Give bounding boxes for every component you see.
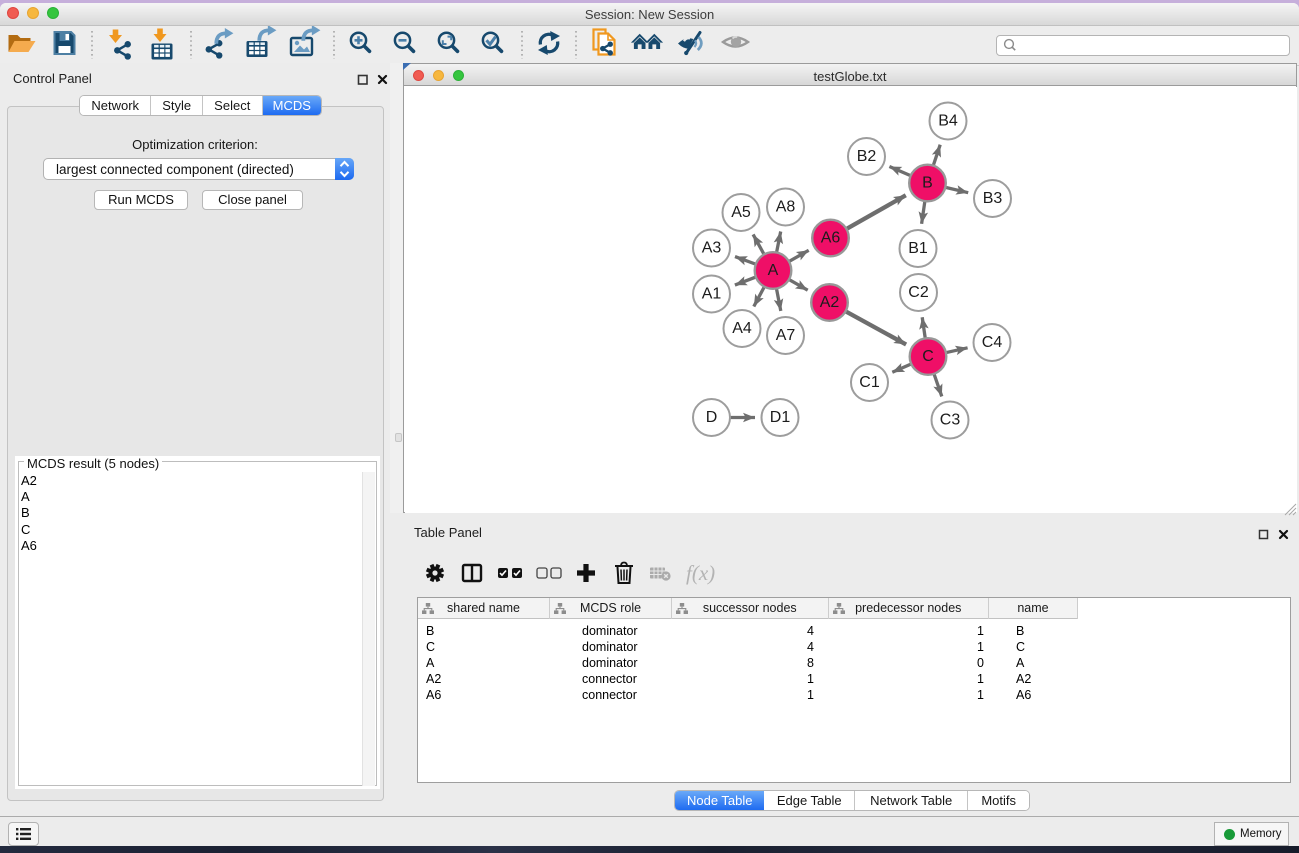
svg-text:A5: A5: [731, 204, 751, 221]
svg-text:B4: B4: [938, 113, 958, 130]
svg-text:A3: A3: [702, 240, 722, 257]
svg-text:B1: B1: [908, 240, 928, 257]
svg-text:C1: C1: [859, 374, 880, 391]
svg-text:C3: C3: [940, 412, 961, 429]
svg-text:C4: C4: [982, 334, 1003, 351]
svg-text:B2: B2: [857, 148, 877, 165]
svg-text:C2: C2: [908, 284, 929, 301]
svg-text:A8: A8: [776, 199, 796, 216]
svg-text:A4: A4: [732, 320, 752, 337]
svg-text:D1: D1: [770, 409, 791, 426]
svg-text:A2: A2: [820, 294, 840, 311]
svg-text:C: C: [922, 348, 934, 365]
svg-text:B: B: [922, 175, 933, 192]
svg-text:A: A: [768, 262, 779, 279]
svg-text:A7: A7: [776, 327, 796, 344]
svg-text:D: D: [706, 409, 718, 426]
svg-text:A6: A6: [821, 230, 841, 247]
svg-text:f(x): f(x): [686, 561, 715, 585]
svg-text:B3: B3: [983, 190, 1003, 207]
svg-text:A1: A1: [702, 286, 722, 303]
